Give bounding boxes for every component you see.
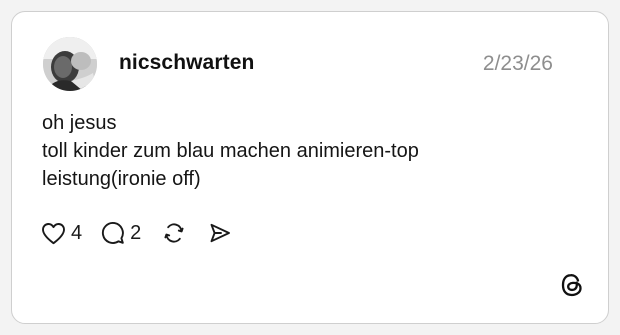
post-text-line: leistung(ironie off) xyxy=(42,168,201,190)
threads-logo-icon[interactable] xyxy=(558,271,586,299)
comment-icon xyxy=(101,221,125,245)
like-count: 4 xyxy=(71,221,83,244)
like-button[interactable]: 4 xyxy=(41,222,82,245)
reply-button[interactable]: 2 xyxy=(101,221,141,245)
share-button[interactable] xyxy=(208,221,232,245)
post-text-line: oh jesus xyxy=(42,112,117,134)
heart-icon xyxy=(41,222,66,245)
repost-button[interactable] xyxy=(162,221,186,245)
send-icon xyxy=(208,221,232,245)
post-card[interactable]: nicschwarten 2/23/26 oh jesus toll kinde… xyxy=(11,11,609,324)
post-actions: 4 2 xyxy=(41,220,232,246)
repost-icon xyxy=(162,221,186,245)
post-text-line: toll kinder zum blau machen animieren-to… xyxy=(42,140,419,162)
reply-count: 2 xyxy=(130,221,142,244)
username[interactable]: nicschwarten xyxy=(119,51,254,75)
post-timestamp: 2/23/26 xyxy=(482,52,553,75)
post-text: oh jesus toll kinder zum blau machen ani… xyxy=(42,109,419,193)
avatar[interactable] xyxy=(43,37,97,91)
